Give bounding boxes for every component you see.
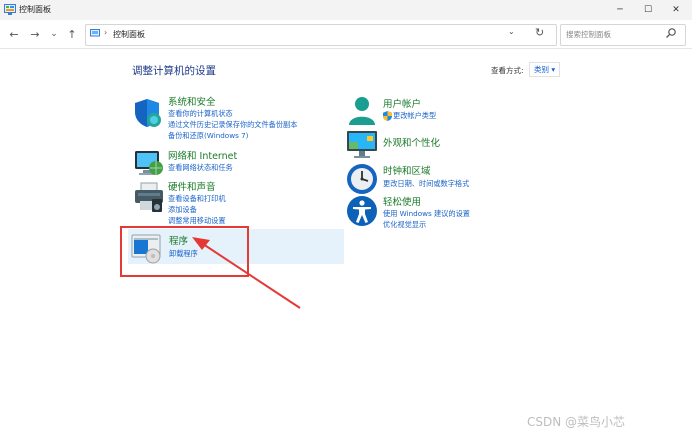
- category-title-user-accounts[interactable]: 用户帐户: [383, 96, 421, 110]
- minimize-button[interactable]: ─: [606, 0, 634, 20]
- printer-icon: [135, 182, 163, 212]
- recent-locations-button[interactable]: ⌄: [46, 26, 62, 42]
- link-optimize-visual-display[interactable]: 优化视觉显示: [383, 220, 426, 230]
- link-mobility-settings[interactable]: 调整常用移动设置: [168, 216, 226, 226]
- search-placeholder: 搜索控制面板: [566, 30, 611, 39]
- control-panel-icon: [4, 4, 16, 15]
- category-title-clock-region[interactable]: 时钟和区域: [383, 163, 431, 177]
- search-icon[interactable]: [665, 27, 677, 39]
- uac-shield-icon: [383, 111, 392, 121]
- clock-globe-icon: [347, 164, 377, 194]
- annotation-arrow: [192, 237, 301, 309]
- category-title-hardware-sound[interactable]: 硬件和声音: [168, 179, 216, 193]
- page-title: 调整计算机的设置: [132, 65, 216, 77]
- monitor-icon: [347, 131, 377, 158]
- link-change-account-type[interactable]: 更改帐户类型: [393, 111, 436, 121]
- back-button[interactable]: ←: [6, 26, 22, 42]
- up-button[interactable]: ↑: [64, 26, 80, 42]
- link-file-history-backup[interactable]: 通过文件历史记录保存你的文件备份副本: [168, 120, 297, 130]
- link-view-network-status[interactable]: 查看网络状态和任务: [168, 163, 233, 173]
- watermark: CSDN @菜鸟小芯: [527, 415, 626, 429]
- breadcrumb-control-panel[interactable]: 控制面板: [113, 29, 145, 40]
- category-title-ease-of-access[interactable]: 轻松使用: [383, 194, 421, 208]
- category-title-system-security[interactable]: 系统和安全: [168, 94, 216, 108]
- network-globe-icon: [135, 151, 163, 175]
- window-title: 控制面板: [19, 5, 51, 14]
- title-bar: [0, 0, 692, 20]
- view-by-label: 查看方式:: [491, 66, 524, 75]
- link-backup-restore[interactable]: 备份和还原(Windows 7): [168, 131, 249, 141]
- link-view-computer-status[interactable]: 查看你的计算机状态: [168, 109, 233, 119]
- user-icon: [349, 97, 375, 125]
- refresh-icon[interactable]: ↻: [535, 26, 544, 39]
- maximize-button[interactable]: ☐: [634, 0, 662, 20]
- category-title-network-internet[interactable]: 网络和 Internet: [168, 148, 237, 162]
- shield-icon: [135, 99, 161, 127]
- close-button[interactable]: ✕: [662, 0, 690, 20]
- address-dropdown-icon[interactable]: ⌄: [508, 27, 515, 36]
- link-change-date-time-format[interactable]: 更改日期、时间或数字格式: [383, 179, 469, 189]
- breadcrumb-separator[interactable]: ›: [104, 28, 107, 37]
- accessibility-icon: [347, 196, 377, 226]
- link-view-devices-printers[interactable]: 查看设备和打印机: [168, 194, 226, 204]
- forward-button[interactable]: →: [27, 26, 43, 42]
- address-bar[interactable]: [85, 24, 557, 46]
- category-title-appearance[interactable]: 外观和个性化: [383, 135, 440, 149]
- control-panel-small-icon: [90, 29, 100, 37]
- link-windows-recommended-settings[interactable]: 使用 Windows 建议的设置: [383, 209, 470, 219]
- view-by-dropdown[interactable]: 类别 ▾: [529, 62, 561, 77]
- link-add-device[interactable]: 添加设备: [168, 205, 197, 215]
